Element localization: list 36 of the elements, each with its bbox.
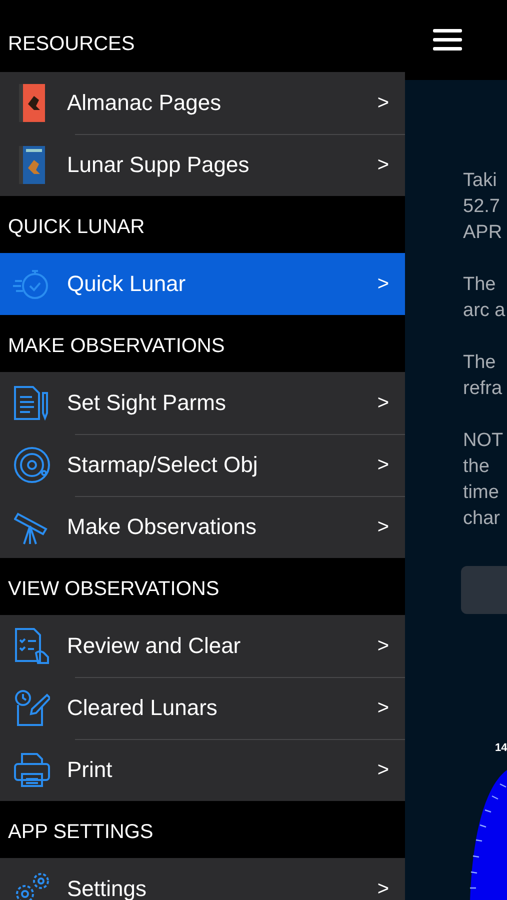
body-text: 52.7: [463, 195, 501, 219]
section-header: QUICK LUNAR: [8, 216, 145, 239]
body-text: NOT: [463, 429, 504, 453]
section-header: APP SETTINGS: [8, 821, 154, 844]
body-text: The: [463, 273, 497, 297]
book-icon: [19, 146, 45, 184]
menu-item[interactable]: Quick Lunar >: [0, 253, 405, 315]
menu-icon[interactable]: [433, 29, 462, 51]
orbit-icon: [13, 446, 51, 484]
body-text: refra: [463, 377, 504, 401]
menu-item[interactable]: Print >: [0, 739, 405, 801]
section-header: MAKE OBSERVATIONS: [8, 335, 225, 358]
body-text: Taki: [463, 169, 498, 193]
body-text: the: [463, 455, 490, 479]
menu-item[interactable]: Review and Clear >: [0, 615, 405, 677]
book-icon: [19, 84, 45, 122]
menu-item[interactable]: Cleared Lunars >: [0, 677, 405, 739]
clipboard-pen-icon: [14, 689, 50, 727]
dial-label: 14: [495, 742, 507, 754]
body-text: time: [463, 481, 500, 505]
menu-item[interactable]: Almanac Pages >: [0, 72, 405, 134]
document-pen-icon: [13, 385, 51, 421]
checklist-icon: [14, 627, 50, 665]
section-header: VIEW OBSERVATIONS: [8, 578, 220, 601]
section-header: RESOURCES: [8, 33, 135, 56]
stopwatch-icon: [13, 267, 51, 301]
body-text: APR: [463, 221, 504, 245]
body-text: The: [463, 351, 497, 375]
printer-icon: [13, 752, 51, 788]
body-text: arc a: [463, 299, 506, 323]
menu-item[interactable]: Lunar Supp Pages >: [0, 134, 405, 196]
menu-item[interactable]: Make Observations >: [0, 496, 405, 558]
menu-item[interactable]: Starmap/Select Obj >: [0, 434, 405, 496]
gears-icon: [13, 872, 51, 900]
menu-item[interactable]: Set Sight Parms >: [0, 372, 405, 434]
body-text: char: [463, 507, 501, 531]
